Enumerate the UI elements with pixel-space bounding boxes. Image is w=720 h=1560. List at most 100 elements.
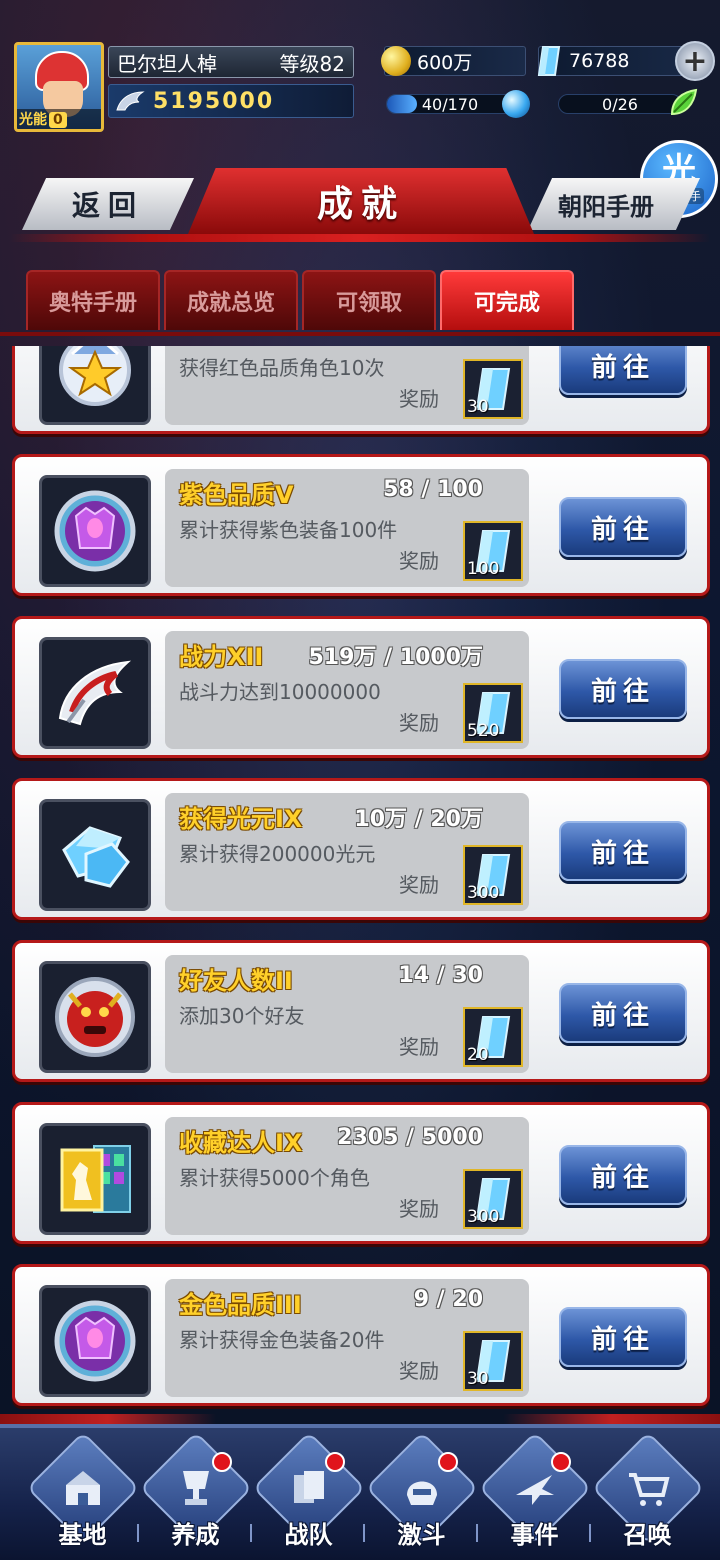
achievement-card: 收藏达人IX 2305 / 5000 累计获得5000个角色 奖励 300 前往 [12,1102,710,1244]
energy-bar: 40/170 [386,94,514,114]
player-avatar[interactable]: 光能 0 [14,42,104,132]
go-button[interactable]: 前往 [559,497,687,557]
stamina-bar-text: 0/26 [602,94,638,114]
achievement-description: 战斗力达到10000000 [179,680,381,704]
reward-gem-slot[interactable]: 30 [463,1331,523,1391]
nav-item[interactable]: 事件 [477,1428,592,1560]
nav-label: 事件 [510,1521,559,1549]
subtab-bar: 奥特手册 成就总览 可领取 可完成 [26,270,574,330]
achievement-progress: 2305 / 5000 [337,1125,483,1150]
achievement-card: 好友人数II 14 / 30 添加30个好友 奖励 20 前往 [12,940,710,1082]
achievement-info: 获得光元IX 10万 / 20万 累计获得200000光元 奖励 300 [165,793,529,911]
energy-bar-fill [387,95,417,113]
tab-ultra-manual[interactable]: 奥特手册 [26,270,160,330]
stamina-bar: 0/26 [558,94,682,114]
tab-completable[interactable]: 可完成 [440,270,574,330]
achievement-card: 金色品质III 9 / 20 累计获得金色装备20件 奖励 30 前往 [12,1264,710,1406]
achievement-progress: 519万 / 1000万 [308,645,483,670]
achievement-name: 紫色品质V [179,481,294,509]
achievement-info: 收藏达人IX 2305 / 5000 累计获得5000个角色 奖励 300 [165,1117,529,1235]
reward-label: 奖励 [399,711,439,735]
right-tab[interactable]: 朝阳手册 [528,178,700,230]
achievement-description: 添加30个好友 [179,1004,305,1028]
reward-quantity: 520 [467,721,500,741]
crystal-icon [39,799,151,911]
achievement-info: 好友人数II 14 / 30 添加30个好友 奖励 20 [165,955,529,1073]
reward-label: 奖励 [399,1035,439,1059]
achievement-info: 获得红色品质角色10次 奖励 30 [165,346,529,425]
achievement-name: 收藏达人IX [179,1129,303,1157]
nav-item[interactable]: 战队 [251,1428,366,1560]
achievement-name: 战力XII [179,643,264,671]
add-gems-button[interactable]: + [675,41,715,81]
notification-dot [551,1452,571,1472]
gem-value: 76788 [569,50,630,72]
achievement-card: 获得红色品质角色10次 奖励 30 前往 [12,346,710,434]
notification-dot [212,1452,232,1472]
page-title: 成就 [188,168,534,234]
energy-badge-label: 光能 [19,112,47,128]
monster-face-icon [39,961,151,1073]
reward-label: 奖励 [399,873,439,897]
achievement-progress: 9 / 20 [413,1287,483,1312]
go-button[interactable]: 前往 [559,659,687,719]
go-button[interactable]: 前往 [559,821,687,881]
achievement-progress: 14 / 30 [398,963,483,988]
reward-label: 奖励 [399,387,439,411]
reward-gem-slot[interactable]: 100 [463,521,523,581]
player-namebar: 巴尔坦人棹 等级82 [108,46,354,78]
nav-item[interactable]: 养成 [138,1428,253,1560]
go-button[interactable]: 前往 [559,1145,687,1205]
reward-gem-slot[interactable]: 20 [463,1007,523,1067]
energy-bar-text: 40/170 [421,94,479,114]
reward-quantity: 30 [467,397,489,417]
gold-value: 600万 [417,51,473,74]
tab-claimable[interactable]: 可领取 [302,270,436,330]
leaf-icon[interactable] [668,88,698,118]
achievement-card: 战力XII 519万 / 1000万 战斗力达到10000000 奖励 520 … [12,616,710,758]
reward-gem-slot[interactable]: 30 [463,359,523,419]
achievement-description: 获得红色品质角色10次 [179,356,385,380]
tab-achievement-overview[interactable]: 成就总览 [164,270,298,330]
notification-dot [438,1452,458,1472]
energy-orb-icon[interactable] [502,90,530,118]
achievement-description: 累计获得5000个角色 [179,1166,370,1190]
go-button[interactable]: 前往 [559,346,687,395]
collection-cards-icon [39,1123,151,1235]
achievement-card: 获得光元IX 10万 / 20万 累计获得200000光元 奖励 300 前往 [12,778,710,920]
achievement-info: 战力XII 519万 / 1000万 战斗力达到10000000 奖励 520 [165,631,529,749]
reward-gem-slot[interactable]: 300 [463,845,523,905]
reward-label: 奖励 [399,1197,439,1221]
achievement-name: 好友人数II [179,967,293,995]
reward-gem-slot[interactable]: 520 [463,683,523,743]
tab-divider [0,332,720,336]
combat-power-value: 5195000 [153,88,275,114]
nav-label: 养成 [171,1521,220,1549]
player-name: 巴尔坦人棹 [117,51,217,76]
wing-icon [116,91,145,111]
nav-item[interactable]: 召唤 [590,1428,705,1560]
nav-label: 基地 [58,1521,107,1549]
nav-item[interactable]: 基地 [25,1428,140,1560]
reward-quantity: 300 [467,1207,500,1227]
purple-armor-icon [39,475,151,587]
energy-badge-value: 0 [49,112,67,128]
achievement-progress: 58 / 100 [383,477,483,502]
reward-quantity: 20 [467,1045,489,1065]
go-button[interactable]: 前往 [559,1307,687,1367]
nav-label: 激斗 [397,1521,446,1549]
achievement-list[interactable]: 获得红色品质角色10次 奖励 30 前往 紫色品质V 58 / 100 累计获得… [0,346,720,1412]
achievement-description: 累计获得紫色装备100件 [179,518,398,542]
go-button[interactable]: 前往 [559,983,687,1043]
player-level: 等级82 [279,51,345,76]
achievement-progress: 10万 / 20万 [354,807,483,832]
achievement-name: 获得光元IX [179,805,303,833]
reward-gem-slot[interactable]: 300 [463,1169,523,1229]
coin-icon [381,46,411,76]
achievement-info: 金色品质III 9 / 20 累计获得金色装备20件 奖励 30 [165,1279,529,1397]
reward-quantity: 300 [467,883,500,903]
achievement-description: 累计获得200000光元 [179,842,376,866]
back-button[interactable]: 返回 [22,178,194,230]
nav-item[interactable]: 激斗 [364,1428,479,1560]
reward-quantity: 30 [467,1369,489,1389]
